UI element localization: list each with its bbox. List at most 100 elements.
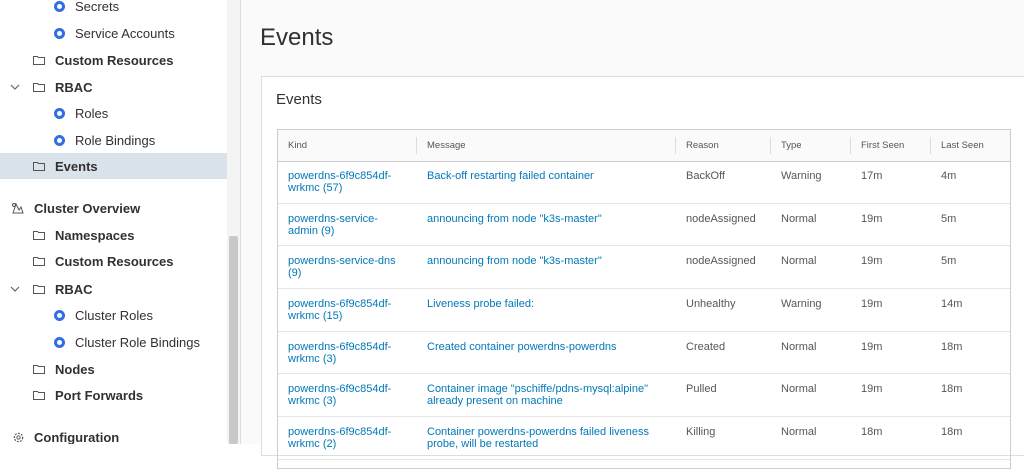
event-kind-link[interactable]: powerdns-6f9c854df-wrkmc (57) [278,170,406,194]
sidebar-item-namespaces[interactable]: Namespaces [0,222,227,248]
sidebar-item-cluster-role-bindings[interactable]: Cluster Role Bindings [0,329,227,355]
chevron-down-icon[interactable] [9,81,21,93]
event-kind-link[interactable]: powerdns-6f9c854df-wrkmc (3) [278,383,406,407]
events-table: Kind Message Reason Type First Seen Last… [277,129,1011,469]
event-kind-link[interactable]: powerdns-service-dns (9) [278,255,406,279]
folder-icon [32,53,46,67]
sidebar-item-roles[interactable]: Roles [0,100,227,126]
sidebar-item-role-bindings[interactable]: Role Bindings [0,127,227,153]
event-message-link[interactable]: Container powerdns-powerdns failed liven… [417,426,669,450]
event-reason: nodeAssigned [686,255,756,267]
column-header-last-seen[interactable]: Last Seen [931,130,1010,161]
event-last-seen: 18m [941,383,963,395]
main-content: Events Events Kind Message Reason Type F… [241,0,1024,469]
event-kind-link[interactable]: powerdns-6f9c854df-wrkmc (3) [278,341,406,365]
sidebar-item-cluster-custom-resources[interactable]: Custom Resources [0,248,227,274]
event-first-seen: 18m [861,426,883,438]
column-header-type[interactable]: Type [771,130,851,161]
event-reason: Pulled [686,383,717,395]
sidebar-item-configuration[interactable]: Configuration [0,424,227,444]
event-type: Warning [781,298,822,310]
table-row: powerdns-service-admin (9) announcing fr… [278,204,1010,246]
sidebar-item-custom-resources[interactable]: Custom Resources [0,47,227,73]
event-type: Normal [781,255,817,267]
folder-icon [32,254,46,268]
kubernetes-icon [52,106,66,120]
events-card: Events Kind Message Reason Type First Se… [261,76,1024,469]
sidebar-item-label: Cluster Roles [75,307,154,323]
sidebar-item-port-forwards[interactable]: Port Forwards [0,382,227,408]
chevron-down-icon[interactable] [9,283,21,295]
event-last-seen: 14m [941,298,963,310]
sidebar-item-label: Nodes [55,361,95,377]
page-title: Events [260,24,334,51]
event-first-seen: 19m [861,341,883,353]
sidebar-item-service-accounts[interactable]: Service Accounts [0,20,227,46]
folder-icon [32,282,46,296]
event-message-link[interactable]: Container image "pschiffe/pdns-mysql:alp… [417,383,669,407]
folder-icon [32,159,46,173]
gear-icon [11,430,25,444]
event-reason: nodeAssigned [686,213,756,225]
column-header-kind[interactable]: Kind [278,130,416,161]
event-first-seen: 19m [861,383,883,395]
event-kind-link[interactable]: powerdns-6f9c854df-wrkmc (2) [278,426,406,450]
sidebar-item-label: Cluster Overview [34,200,141,216]
table-header: Kind Message Reason Type First Seen Last… [278,130,1010,162]
table-row: powerdns-6f9c854df-wrkmc (3) Container i… [278,374,1010,417]
table-row: powerdns-6f9c854df-wrkmc (2) Container p… [278,417,1010,460]
event-reason: Killing [686,426,716,438]
event-kind-link[interactable]: powerdns-service-admin (9) [278,213,406,237]
folder-icon [32,362,46,376]
kubernetes-icon [52,335,66,349]
event-message-link[interactable]: Created container powerdns-powerdns [417,341,669,353]
sidebar-item-label: Role Bindings [75,132,156,148]
event-message-link[interactable]: announcing from node "k3s-master" [417,213,669,225]
cluster-icon [11,201,25,215]
sidebar-nav: Secrets Service Accounts Custom Resource… [0,0,241,444]
event-last-seen: 4m [941,170,957,182]
sidebar-item-cluster-roles[interactable]: Cluster Roles [0,302,227,328]
kubernetes-icon [52,133,66,147]
event-first-seen: 17m [861,170,883,182]
sidebar-item-rbac[interactable]: RBAC [0,74,227,100]
event-first-seen: 19m [861,298,883,310]
kubernetes-icon [52,26,66,40]
card-title: Events [276,91,322,108]
sidebar-item-label: Port Forwards [55,387,144,403]
event-type: Warning [781,170,822,182]
sidebar-item-label: Roles [75,105,109,121]
sidebar-item-label: Events [55,158,98,174]
sidebar-item-label: Custom Resources [55,253,174,269]
event-message-link[interactable]: announcing from node "k3s-master" [417,255,669,267]
sidebar-item-secrets[interactable]: Secrets [0,0,227,19]
sidebar-item-nodes[interactable]: Nodes [0,356,227,382]
event-type: Normal [781,213,817,225]
sidebar-item-events[interactable]: Events [0,153,227,179]
sidebar-item-cluster-rbac[interactable]: RBAC [0,276,227,302]
event-type: Normal [781,341,817,353]
sidebar-item-cluster-overview[interactable]: Cluster Overview [0,195,227,221]
folder-icon [32,228,46,242]
event-last-seen: 5m [941,213,957,225]
event-first-seen: 19m [861,255,883,267]
column-header-first-seen[interactable]: First Seen [851,130,931,161]
column-header-reason[interactable]: Reason [676,130,771,161]
sidebar-item-label: Namespaces [55,227,135,243]
event-last-seen: 18m [941,426,963,438]
sidebar-item-label: RBAC [55,79,93,95]
event-message-link[interactable]: Liveness probe failed: [417,298,669,310]
event-type: Normal [781,426,817,438]
sidebar-scrollbar-thumb[interactable] [229,236,238,444]
kubernetes-icon [52,0,66,13]
event-message-link[interactable]: Back-off restarting failed container [417,170,669,182]
sidebar-item-label: RBAC [55,281,93,297]
event-kind-link[interactable]: powerdns-6f9c854df-wrkmc (15) [278,298,406,322]
table-row: powerdns-6f9c854df-wrkmc (3) Created con… [278,332,1010,374]
column-header-message[interactable]: Message [417,130,676,161]
event-first-seen: 19m [861,213,883,225]
event-reason: BackOff [686,170,725,182]
sidebar-item-label: Service Accounts [75,25,175,41]
table-row: powerdns-service-dns (9) announcing from… [278,246,1010,289]
event-last-seen: 5m [941,255,957,267]
